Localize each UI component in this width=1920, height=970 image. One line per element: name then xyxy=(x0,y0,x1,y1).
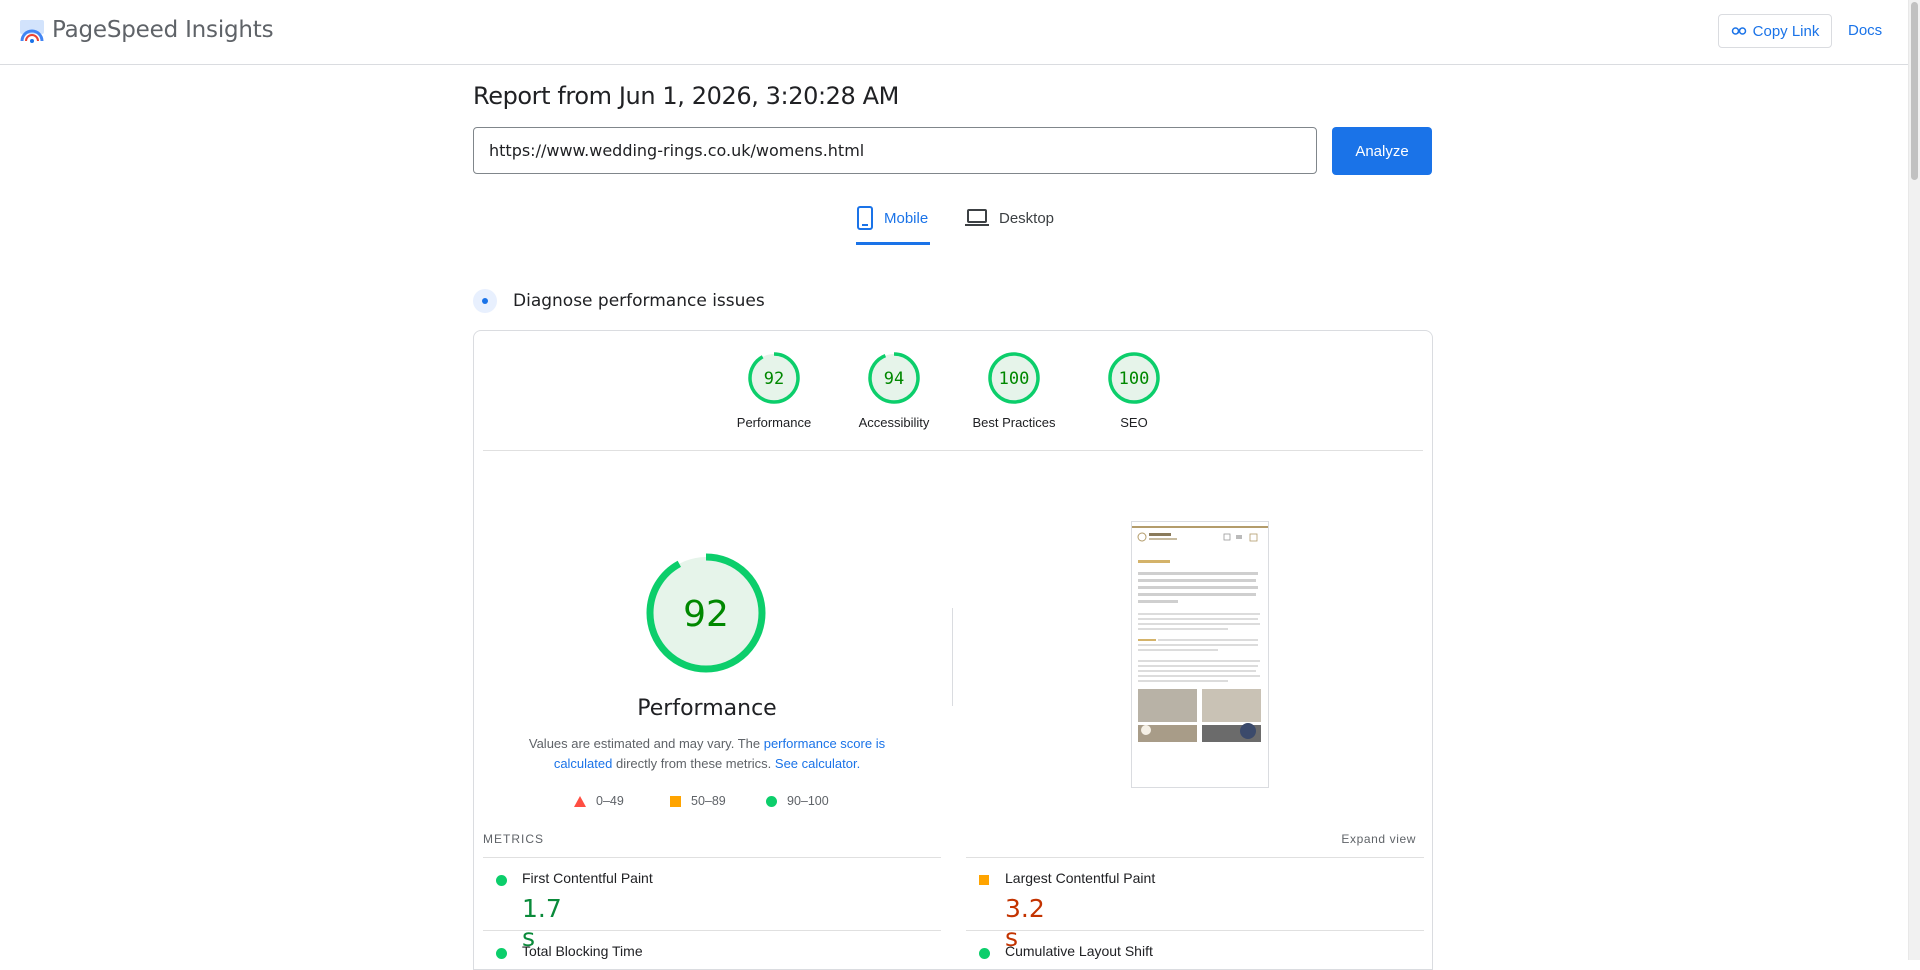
category-gauges: 92 Performance 94 Accessibility 100 Best… xyxy=(474,351,1432,431)
gauge-label: Accessibility xyxy=(858,415,930,430)
scrollbar-thumb[interactable] xyxy=(1911,2,1918,180)
score-legend: 0–49 50–89 90–100 xyxy=(574,794,862,808)
pass-circle-icon xyxy=(979,948,990,959)
page-screenshot-thumbnail xyxy=(1131,521,1269,788)
performance-big-gauge: 92 xyxy=(646,553,766,673)
metrics-divider xyxy=(966,857,1424,858)
metrics-heading: METRICS xyxy=(483,832,544,846)
legend-range: 50–89 xyxy=(691,794,726,808)
gauge-performance[interactable]: 92 Performance xyxy=(714,351,834,430)
performance-score: 92 xyxy=(683,594,729,635)
legend-fail: 0–49 xyxy=(574,794,670,808)
metrics-divider xyxy=(483,857,941,858)
note-text: Values are estimated and may vary. The xyxy=(528,736,764,751)
performance-note: Values are estimated and may vary. The p… xyxy=(524,734,890,774)
diagnose-heading: Diagnose performance issues xyxy=(473,289,765,313)
metric-name: Total Blocking Time xyxy=(522,943,643,959)
legend-average: 50–89 xyxy=(670,794,766,808)
pass-circle-icon xyxy=(496,948,507,959)
legend-range: 0–49 xyxy=(596,794,624,808)
gauge-label: SEO xyxy=(1120,415,1148,430)
page-scrollbar[interactable] xyxy=(1908,0,1920,960)
score-ring: 100 xyxy=(1108,352,1160,404)
expand-view-button[interactable]: Expand view xyxy=(1341,832,1416,846)
pagespeed-logo-icon[interactable] xyxy=(19,19,45,45)
score-value: 94 xyxy=(884,369,904,389)
gauge-label: Performance xyxy=(736,415,812,430)
metric-name: Cumulative Layout Shift xyxy=(1005,943,1153,959)
metrics-divider xyxy=(966,930,1424,931)
score-ring: 94 xyxy=(868,352,920,404)
vertical-divider xyxy=(952,608,953,706)
tab-desktop-label: Desktop xyxy=(999,210,1055,227)
score-value: 100 xyxy=(1119,369,1150,389)
pass-circle-icon xyxy=(496,875,507,886)
url-input[interactable] xyxy=(473,127,1317,174)
diagnose-title: Diagnose performance issues xyxy=(513,291,765,311)
top-bar: PageSpeed Insights Copy Link Docs xyxy=(0,0,1908,65)
score-value: 100 xyxy=(999,369,1030,389)
diagnose-icon xyxy=(473,289,497,313)
score-ring: 92 xyxy=(748,352,800,404)
divider xyxy=(483,450,1423,451)
gauge-accessibility[interactable]: 94 Accessibility xyxy=(834,351,954,430)
circle-icon xyxy=(766,795,777,807)
square-icon xyxy=(670,795,681,807)
smartphone-icon xyxy=(857,206,873,230)
performance-title: Performance xyxy=(637,696,777,721)
gauge-best-practices[interactable]: 100 Best Practices xyxy=(954,351,1074,430)
legend-pass: 90–100 xyxy=(766,794,862,808)
docs-link[interactable]: Docs xyxy=(1848,22,1882,39)
metrics-divider xyxy=(483,930,941,931)
score-ring: 100 xyxy=(988,352,1040,404)
triangle-icon xyxy=(574,795,586,807)
see-calculator-link[interactable]: See calculator. xyxy=(775,756,860,771)
screenshot-image xyxy=(1132,526,1268,742)
tab-mobile[interactable]: Mobile xyxy=(856,206,930,245)
average-square-icon xyxy=(979,875,989,885)
brand-title[interactable]: PageSpeed Insights xyxy=(52,17,274,43)
tab-mobile-label: Mobile xyxy=(884,210,929,227)
metric-name: Largest Contentful Paint xyxy=(1005,870,1156,886)
analyze-button[interactable]: Analyze xyxy=(1332,127,1432,175)
gauge-seo[interactable]: 100 SEO xyxy=(1074,351,1194,430)
gauge-label: Best Practices xyxy=(972,415,1056,430)
report-title: Report from Jun 1, 2026, 3:20:28 AM xyxy=(473,82,899,110)
tab-desktop[interactable]: Desktop xyxy=(965,206,1054,242)
legend-range: 90–100 xyxy=(787,794,829,808)
note-text: directly from these metrics. xyxy=(612,756,775,771)
report-card: 92 Performance 94 Accessibility 100 Best… xyxy=(473,330,1433,970)
metric-name: First Contentful Paint xyxy=(522,870,653,886)
copy-link-label: Copy Link xyxy=(1752,22,1820,40)
score-value: 92 xyxy=(764,369,784,389)
copy-link-button[interactable]: Copy Link xyxy=(1718,14,1832,48)
laptop-icon xyxy=(965,209,989,226)
link-icon xyxy=(1731,27,1746,35)
